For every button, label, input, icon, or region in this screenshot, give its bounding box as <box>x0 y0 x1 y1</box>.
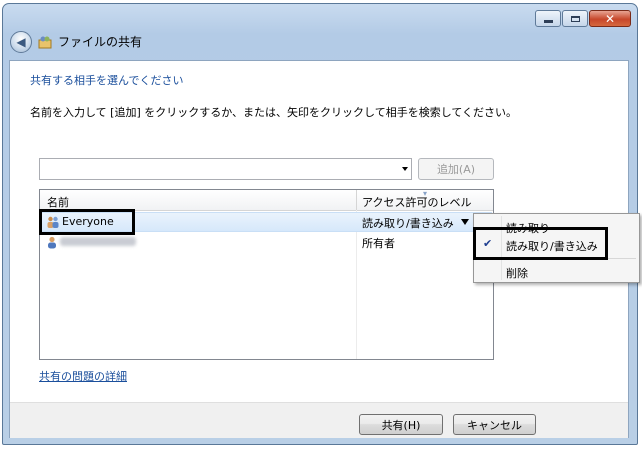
sort-indicator-icon: ▾ <box>423 189 428 198</box>
close-button[interactable]: ✕ <box>589 10 631 27</box>
maximize-button[interactable] <box>562 10 588 27</box>
back-button[interactable]: ◀ <box>10 31 32 53</box>
maximize-icon <box>570 15 580 22</box>
name-input-combo[interactable] <box>39 158 412 180</box>
column-divider[interactable] <box>356 190 357 210</box>
list-header: 名前 アクセス許可のレベル ▾ <box>40 189 493 211</box>
back-arrow-icon: ◀ <box>16 35 26 49</box>
column-header-permission[interactable]: アクセス許可のレベル <box>362 194 471 210</box>
title-buttons: ✕ <box>535 10 631 27</box>
instruction-text: 名前を入力して [追加] をクリックするか、または、矢印をクリックして相手を検索… <box>30 106 518 119</box>
cancel-button[interactable]: キャンセル <box>453 414 536 435</box>
window-title: ファイルの共有 <box>58 35 143 49</box>
user-icon <box>48 236 56 249</box>
redacted-owner-name <box>60 237 136 246</box>
permission-dropdown-icon[interactable] <box>461 219 469 225</box>
minimize-button[interactable] <box>535 10 561 27</box>
highlight-box-everyone <box>39 209 135 235</box>
menu-item-remove[interactable]: 削除 <box>506 265 528 281</box>
column-separator <box>356 210 357 359</box>
highlight-box-read-write <box>473 227 608 260</box>
dropdown-arrow-icon[interactable] <box>402 167 408 171</box>
dialog-heading: 共有する相手を選んでください <box>30 74 184 87</box>
minimize-icon <box>543 20 553 23</box>
add-button[interactable]: 追加(A) <box>418 158 494 180</box>
share-button[interactable]: 共有(H) <box>359 414 443 435</box>
close-icon: ✕ <box>604 11 616 26</box>
sharing-troubleshoot-link[interactable]: 共有の問題の詳細 <box>39 368 127 384</box>
row-permission-owner: 所有者 <box>362 237 395 250</box>
row-permission-everyone[interactable]: 読み取り/書き込み <box>362 215 454 231</box>
column-header-name[interactable]: 名前 <box>47 194 69 210</box>
sharing-icon <box>38 36 52 49</box>
